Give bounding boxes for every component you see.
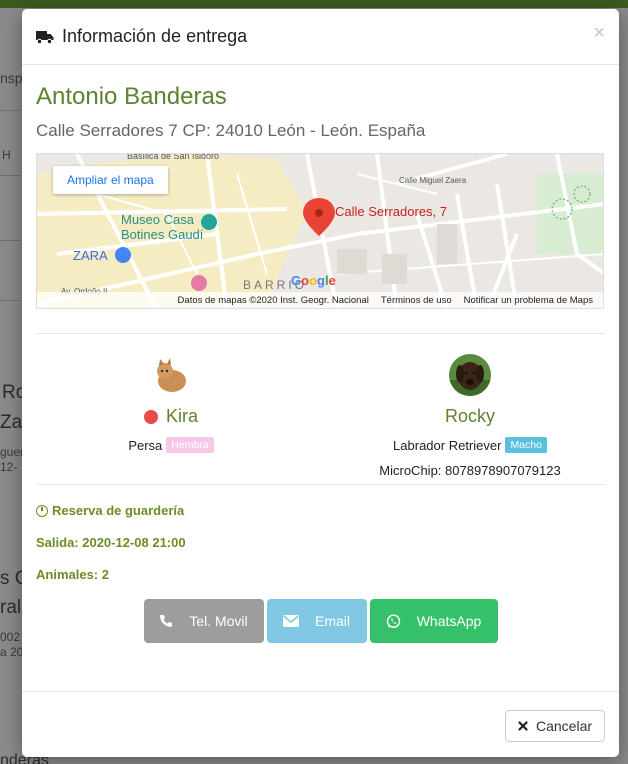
call-mobile-button[interactable]: Tel. Movil	[143, 599, 264, 643]
google-logo-letter: o	[301, 273, 310, 288]
google-logo-letter: o	[309, 273, 318, 288]
client-name: Antonio Banderas	[36, 83, 227, 110]
map[interactable]: Ampliar el mapa Calle Serradores, 7 Muse…	[36, 153, 604, 309]
background-fragment: 002	[0, 630, 21, 644]
call-mobile-label: Tel. Movil	[189, 613, 248, 629]
map-label-museum: Museo Casa	[121, 212, 194, 227]
background-fragment: H	[2, 148, 11, 162]
pet-card-rocky: Rocky Labrador Retriever Macho MicroChip…	[355, 354, 585, 484]
booking-info: Reserva de guardería Salida: 2020-12-08 …	[36, 485, 605, 582]
map-label-basilica: Basílica de San Isidoro	[127, 153, 220, 161]
phone-icon	[160, 615, 173, 627]
clock-icon	[36, 504, 48, 517]
close-icon	[518, 721, 528, 731]
client-address: Calle Serradores 7 CP: 24010 León - León…	[36, 121, 426, 140]
pet-name-row: Rocky	[445, 406, 495, 427]
map-label-museum: Botines Gaudí	[121, 227, 204, 242]
expand-map-button[interactable]: Ampliar el mapa	[53, 166, 168, 194]
whatsapp-label: WhatsApp	[416, 613, 482, 629]
email-button[interactable]: Email	[266, 599, 367, 643]
dog-avatar	[449, 354, 491, 396]
background-top-bar	[0, 0, 628, 8]
map-data-credit: Datos de mapas ©2020 Inst. Geogr. Nacion…	[177, 294, 369, 306]
truck-icon	[36, 30, 54, 44]
background-divider	[0, 240, 20, 241]
pet-info-row: Persa Hembra	[128, 437, 214, 453]
background-divider	[0, 300, 20, 301]
modal-footer: Cancelar	[22, 691, 619, 757]
pet-breed: Labrador Retriever	[393, 437, 502, 453]
map-report-link[interactable]: Notificar un problema de Maps	[464, 295, 593, 306]
map-label-zara: ZARA	[73, 248, 108, 263]
sex-badge: Macho	[505, 437, 547, 453]
google-logo: Google	[291, 273, 336, 288]
map-footer: Datos de mapas ©2020 Inst. Geogr. Nacion…	[37, 292, 603, 308]
pet-card-kira: Kira Persa Hembra	[56, 354, 286, 484]
sex-badge: Hembra	[166, 437, 214, 453]
google-logo-letter: g	[317, 273, 325, 288]
map-terms-link[interactable]: Términos de uso	[381, 295, 452, 306]
service-line: Reserva de guardería	[36, 503, 605, 518]
map-label-street: Calle Miguel Zaera	[399, 176, 467, 185]
whatsapp-button[interactable]: WhatsApp	[369, 599, 498, 643]
cat-avatar	[150, 354, 192, 396]
modal-title: Información de entrega	[62, 26, 248, 46]
pet-breed: Persa	[128, 437, 163, 453]
pets-section: Kira Persa Hembra Rocky Labrador Retriev…	[36, 334, 605, 484]
modal-header: Información de entrega ×	[22, 9, 619, 65]
background-divider	[0, 110, 20, 111]
contact-buttons: Tel. Movil Email WhatsApp	[36, 599, 605, 643]
departure-line: Salida: 2020-12-08 21:00	[36, 535, 186, 550]
whatsapp-icon	[386, 613, 400, 628]
pet-name: Rocky	[444, 406, 495, 426]
modal-body: Antonio Banderas Calle Serradores 7 CP: …	[22, 65, 619, 643]
pet-name-row: Kira	[143, 406, 198, 427]
envelope-icon	[282, 615, 299, 627]
status-dot	[143, 409, 158, 424]
background-fragment: a 20	[0, 645, 24, 659]
google-logo-letter: e	[328, 273, 336, 288]
animals-count: Animales: 2	[36, 567, 109, 582]
delivery-info-modal: Información de entrega × Antonio Bandera…	[22, 9, 619, 757]
background-fragment: nsp	[0, 70, 23, 86]
pet-info-row: Labrador Retriever Macho	[393, 437, 547, 453]
background-divider	[0, 175, 20, 176]
cancel-button[interactable]: Cancelar	[505, 710, 605, 742]
background-fragment: 12-	[0, 460, 18, 474]
close-button[interactable]: ×	[593, 23, 605, 43]
cancel-label: Cancelar	[535, 718, 593, 734]
service-type: Reserva de guardería	[52, 503, 185, 518]
map-marker-label: Calle Serradores, 7	[335, 204, 447, 219]
pet-microchip: MicroChip: 8078978907079123	[379, 463, 561, 478]
email-label: Email	[314, 613, 350, 629]
google-logo-letter: G	[291, 273, 302, 288]
pet-name: Kira	[165, 406, 198, 426]
background-fragment: ral	[0, 597, 22, 618]
